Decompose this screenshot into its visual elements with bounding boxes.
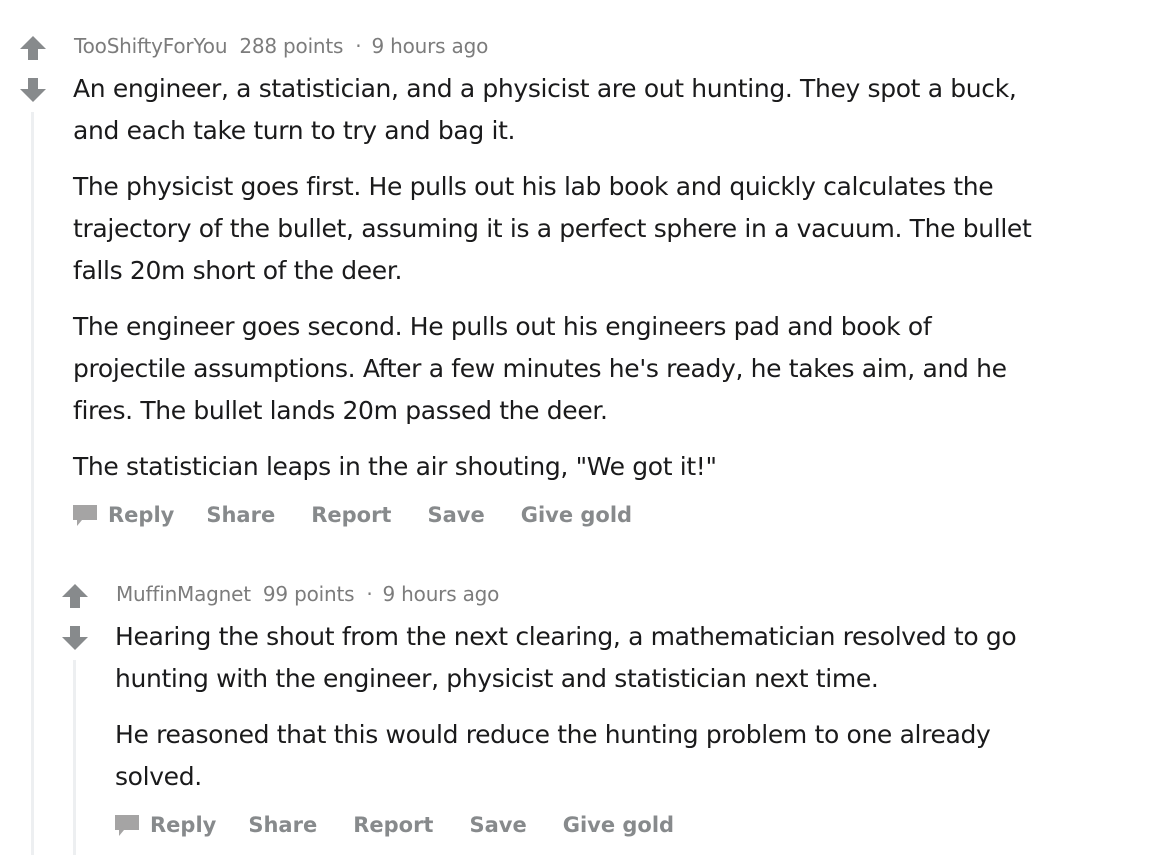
- speech-bubble-icon: [115, 815, 139, 836]
- give-gold-button[interactable]: Give gold: [563, 813, 674, 837]
- points-count: 99 points: [262, 582, 355, 606]
- comment-body: Hearing the shout from the next clearing…: [115, 616, 1017, 812]
- report-button[interactable]: Report: [353, 813, 433, 837]
- comment-muffinmagnet: MuffinMagnet 99 points · 9 hours ago Hearin…: [0, 0, 1155, 855]
- comment-actions: Reply Share Report Save Give gold: [114, 813, 710, 837]
- username-link[interactable]: MuffinMagnet: [116, 582, 251, 606]
- upvote-arrow-icon[interactable]: [60, 582, 90, 610]
- meta-separator: ·: [366, 582, 373, 606]
- share-button[interactable]: Share: [248, 813, 317, 837]
- paragraph: Hearing the shout from the next clearing…: [115, 622, 1017, 693]
- paragraph: He reasoned that this would reduce the h…: [115, 720, 991, 791]
- save-button[interactable]: Save: [469, 813, 526, 837]
- reply-button[interactable]: Reply: [114, 813, 216, 837]
- comment-meta: MuffinMagnet 99 points · 9 hours ago: [116, 582, 499, 606]
- timestamp: 9 hours ago: [382, 582, 500, 606]
- downvote-arrow-icon[interactable]: [60, 624, 90, 652]
